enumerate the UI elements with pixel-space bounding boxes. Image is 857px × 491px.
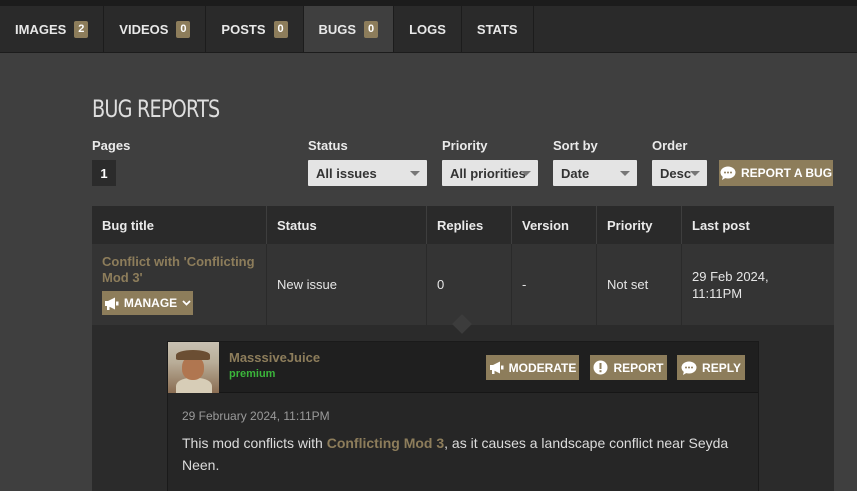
- tab-videos[interactable]: VIDEOS 0: [104, 6, 207, 52]
- page-number-current[interactable]: 1: [92, 160, 116, 186]
- order-select[interactable]: Desc: [652, 160, 707, 186]
- status-filter-label: Status: [308, 138, 348, 153]
- pages-label: Pages: [92, 138, 131, 153]
- status-cell: New issue: [267, 244, 427, 325]
- tab-label: POSTS: [221, 21, 266, 37]
- comment-header: MasssiveJuice premium MODERATE REPORT RE…: [168, 342, 758, 393]
- caret-down-icon: [620, 171, 630, 176]
- header-status[interactable]: Status: [267, 206, 427, 244]
- header-version[interactable]: Version: [512, 206, 597, 244]
- table-header: Bug title Status Replies Version Priorit…: [92, 206, 834, 244]
- tab-bar: IMAGES 2 VIDEOS 0 POSTS 0 BUGS 0 LOGS ST…: [0, 0, 857, 53]
- tab-count-badge: 2: [74, 20, 89, 38]
- tab-logs[interactable]: LOGS: [394, 6, 462, 52]
- report-a-bug-label: REPORT A BUG: [740, 166, 833, 180]
- tab-posts[interactable]: POSTS 0: [206, 6, 304, 52]
- last-post-cell: 29 Feb 2024, 11:11PM: [692, 268, 769, 301]
- comment-username[interactable]: MasssiveJuice: [229, 350, 320, 365]
- page-title: BUG REPORTS: [92, 95, 220, 123]
- order-label: Order: [652, 138, 688, 153]
- tab-count-badge: 0: [364, 20, 379, 38]
- priority-filter-select[interactable]: All priorities: [442, 160, 538, 186]
- tab-label: VIDEOS: [119, 21, 169, 37]
- priority-filter-value: All priorities: [450, 165, 526, 181]
- user-role-badge: premium: [229, 368, 276, 380]
- manage-button[interactable]: MANAGE: [102, 291, 193, 315]
- caret-down-icon: [690, 171, 700, 176]
- tab-bugs[interactable]: BUGS 0: [303, 6, 395, 52]
- caret-down-icon: [521, 171, 531, 176]
- report-button[interactable]: REPORT: [590, 355, 667, 380]
- comment-text: This mod conflicts with Conflicting Mod …: [182, 432, 744, 476]
- exclamation-circle-icon: [593, 360, 608, 375]
- header-last-post[interactable]: Last post: [682, 206, 834, 244]
- comment: MasssiveJuice premium MODERATE REPORT RE…: [167, 341, 759, 491]
- tab-count-badge: 0: [273, 20, 288, 38]
- status-filter-value: All issues: [316, 165, 377, 181]
- report-a-bug-button[interactable]: REPORT A BUG: [719, 160, 833, 186]
- manage-label: MANAGE: [123, 296, 178, 310]
- moderate-button[interactable]: MODERATE: [486, 355, 579, 380]
- sortby-select[interactable]: Date: [553, 160, 637, 186]
- speech-bubble-icon: [720, 166, 736, 180]
- tab-count-badge: 0: [176, 20, 191, 38]
- sortby-label: Sort by: [553, 138, 598, 153]
- bug-detail-panel: MasssiveJuice premium MODERATE REPORT RE…: [92, 314, 834, 491]
- tab-label: BUGS: [318, 21, 357, 37]
- mod-link[interactable]: Conflicting Mod 3: [327, 435, 444, 451]
- header-replies[interactable]: Replies: [427, 206, 512, 244]
- tab-images[interactable]: IMAGES 2: [0, 6, 105, 52]
- comment-body: 29 February 2024, 11:11PM This mod confl…: [168, 393, 758, 491]
- tab-label: IMAGES: [15, 21, 67, 37]
- sortby-value: Date: [561, 165, 590, 181]
- moderate-label: MODERATE: [508, 360, 577, 375]
- caret-down-icon: [410, 171, 420, 176]
- reply-label: REPLY: [702, 360, 741, 375]
- status-filter-select[interactable]: All issues: [308, 160, 427, 186]
- priority-filter-label: Priority: [442, 138, 488, 153]
- comment-timestamp: 29 February 2024, 11:11PM: [182, 409, 330, 423]
- version-cell: -: [512, 244, 597, 325]
- tab-label: LOGS: [409, 21, 446, 37]
- speech-bubble-icon: [681, 361, 697, 375]
- header-bug-title[interactable]: Bug title: [92, 206, 267, 244]
- megaphone-icon: [489, 361, 504, 374]
- avatar[interactable]: [168, 342, 219, 393]
- reply-button[interactable]: REPLY: [677, 355, 745, 380]
- megaphone-icon: [104, 297, 119, 310]
- tab-stats[interactable]: STATS: [462, 6, 534, 52]
- bug-table: Bug title Status Replies Version Priorit…: [92, 206, 834, 325]
- replies-cell: 0: [427, 244, 512, 325]
- priority-cell: Not set: [597, 244, 682, 325]
- bug-title-link[interactable]: Conflict with 'Conflicting Mod 3': [102, 254, 266, 286]
- header-priority[interactable]: Priority: [597, 206, 682, 244]
- tab-label: STATS: [476, 21, 518, 37]
- bug-title-cell: Conflict with 'Conflicting Mod 3' MANAGE: [92, 244, 267, 325]
- table-row: Conflict with 'Conflicting Mod 3' MANAGE…: [92, 244, 834, 325]
- chevron-down-icon: [182, 300, 191, 306]
- report-label: REPORT: [613, 360, 664, 375]
- comment-text-before: This mod conflicts with: [182, 435, 327, 451]
- order-value: Desc: [660, 165, 692, 181]
